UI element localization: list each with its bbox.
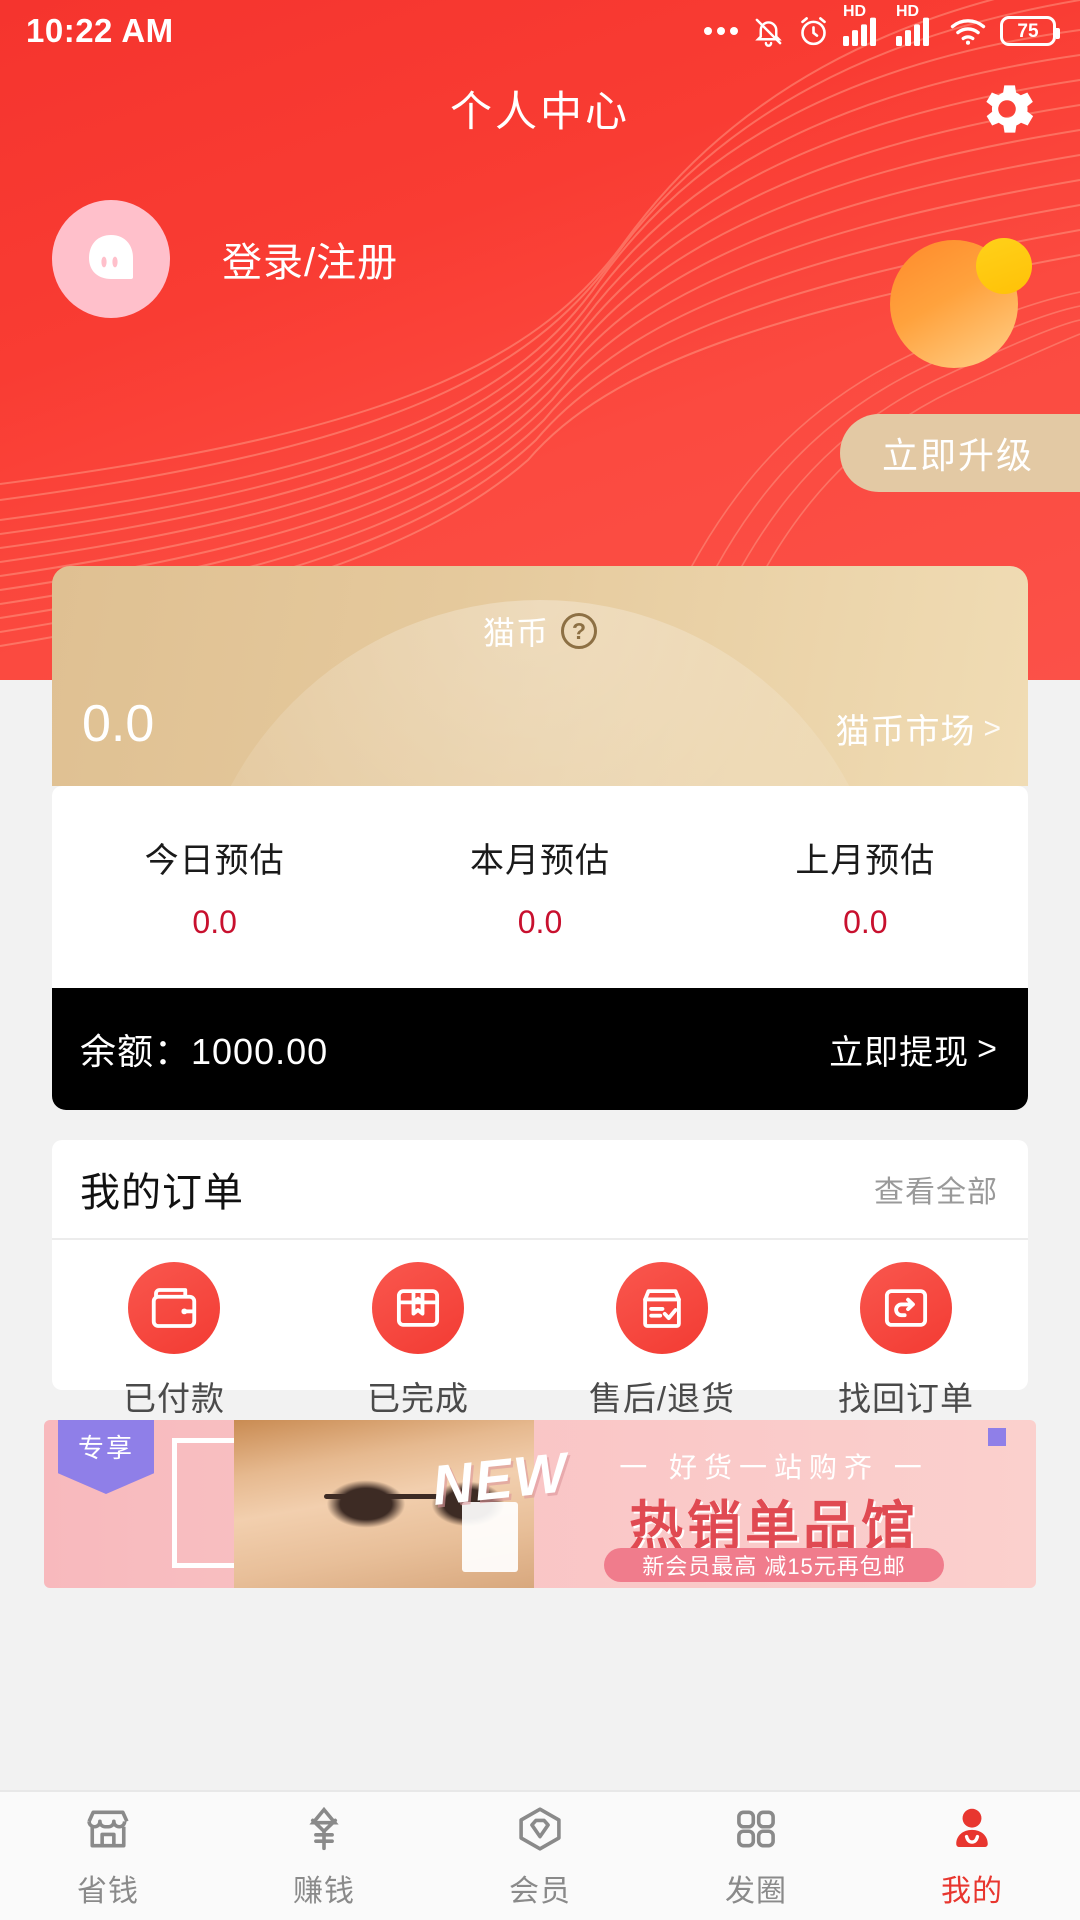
diamond-icon (519, 1807, 561, 1851)
person-icon (956, 1808, 988, 1847)
status-time: 10:22 AM (26, 12, 174, 49)
stat-value: 0.0 (843, 904, 888, 940)
yen-icon (309, 1806, 339, 1851)
order-item-retrieve[interactable]: 找回订单 (784, 1262, 1028, 1420)
tab-label: 发圈 (725, 1875, 787, 1908)
banner-promo-text: 新会员最高 减15元再包邮 (604, 1548, 944, 1582)
balance-bar: 余额：1000.00 立即提现 > (52, 988, 1028, 1110)
alarm-clock-icon (801, 16, 826, 45)
battery-icon: 75 (1000, 16, 1060, 46)
more-dots-icon (704, 27, 738, 35)
coin-amount: 0.0 (82, 695, 155, 753)
hd-signal-icon: HD (843, 3, 883, 46)
avatar[interactable] (52, 200, 170, 318)
withdraw-label: 立即提现 (829, 1033, 970, 1072)
orders-view-all-link[interactable]: 查看全部 (874, 1167, 998, 1211)
box-bookmark-icon (372, 1262, 464, 1354)
page-title: 个人中心 (449, 88, 630, 135)
wallet-icon (128, 1262, 220, 1354)
profile-row[interactable]: 登录/注册 (0, 200, 1080, 318)
hd-label: HD (843, 3, 867, 20)
bottom-nav: 省钱 赚钱 会员 发圈 我的 (0, 1790, 1080, 1920)
banner-dot-decoration (988, 1428, 1006, 1446)
stat-value: 0.0 (517, 904, 563, 940)
order-item-completed[interactable]: 已完成 (296, 1262, 540, 1420)
login-register-link[interactable]: 登录/注册 (222, 230, 398, 288)
tab-member[interactable]: 会员 (432, 1792, 648, 1920)
banner-tag: 专享 (58, 1420, 154, 1494)
gear-icon[interactable] (974, 76, 1040, 142)
stat-last-month[interactable]: 上月预估 0.0 (703, 786, 1028, 988)
hd-signal-icon: HD (896, 3, 936, 46)
status-icons: HD HD 75 (704, 3, 1060, 48)
box-return-icon (860, 1262, 952, 1354)
orders-grid: 已付款 已完成 售后/退货 找回订单 (52, 1240, 1028, 1420)
wifi-icon (950, 19, 986, 45)
coin-card: 猫币 ? 0.0 猫币市场 > (52, 566, 1028, 786)
stat-label: 本月预估 (469, 842, 610, 880)
battery-level: 75 (1017, 20, 1039, 42)
upgrade-button[interactable]: 立即升级 (839, 414, 1080, 492)
chevron-right-icon: > (977, 1029, 998, 1068)
tab-label: 赚钱 (293, 1875, 355, 1908)
bell-muted-icon (755, 18, 782, 47)
hd-label: HD (896, 3, 920, 20)
estimate-stats-row: 今日预估 0.0 本月预估 0.0 上月预估 0.0 (52, 786, 1028, 988)
banner-new-label: NEW (429, 1440, 572, 1517)
tab-moments[interactable]: 发圈 (648, 1792, 864, 1920)
order-item-label: 找回订单 (838, 1380, 974, 1417)
stat-today[interactable]: 今日预估 0.0 (52, 786, 377, 988)
stat-value: 0.0 (192, 904, 237, 940)
chevron-right-icon: > (983, 711, 1002, 745)
balance-label: 余额：1000.00 (80, 1031, 329, 1072)
banner-subtitle: 一 好货一站购齐 一 (619, 1452, 929, 1483)
order-item-paid[interactable]: 已付款 (52, 1262, 296, 1420)
order-item-aftersales[interactable]: 售后/退货 (540, 1262, 784, 1420)
orders-card: 我的订单 查看全部 已付款 已完成 售后/退货 找回订单 (52, 1140, 1028, 1417)
order-item-label: 售后/退货 (588, 1380, 736, 1417)
user-avatar-icon (89, 235, 133, 279)
tab-earn-money[interactable]: 赚钱 (216, 1792, 432, 1920)
coin-label-row: 猫币 ? (52, 608, 1028, 654)
coin-market-link[interactable]: 猫币市场 > (835, 704, 1002, 753)
coin-market-label: 猫币市场 (835, 713, 976, 751)
order-item-label: 已付款 (123, 1380, 225, 1417)
tab-label: 会员 (509, 1875, 571, 1908)
question-mark-icon[interactable]: ? (561, 613, 597, 649)
stat-label: 今日预估 (144, 842, 285, 880)
promo-banner[interactable]: 专享 NEW 一 好货一站购齐 一 热销单品馆 新会员最高 减15元再包邮 (44, 1420, 1036, 1588)
coin-label: 猫币 (482, 615, 549, 651)
tab-label: 省钱 (77, 1875, 139, 1908)
stat-label: 上月预估 (795, 842, 936, 880)
tab-save-money[interactable]: 省钱 (0, 1792, 216, 1920)
orders-title: 我的订单 (80, 1171, 244, 1215)
tab-mine[interactable]: 我的 (864, 1792, 1080, 1920)
tab-label: 我的 (941, 1875, 1003, 1908)
orders-header: 我的订单 查看全部 (52, 1140, 1028, 1240)
order-item-label: 已完成 (367, 1380, 469, 1417)
status-bar: 10:22 AM HD HD 75 (0, 0, 1080, 62)
withdraw-button[interactable]: 立即提现 > (829, 1025, 998, 1074)
store-icon (87, 1810, 129, 1848)
stat-this-month[interactable]: 本月预估 0.0 (377, 786, 702, 988)
box-check-icon (616, 1262, 708, 1354)
grid-icon (737, 1810, 775, 1848)
